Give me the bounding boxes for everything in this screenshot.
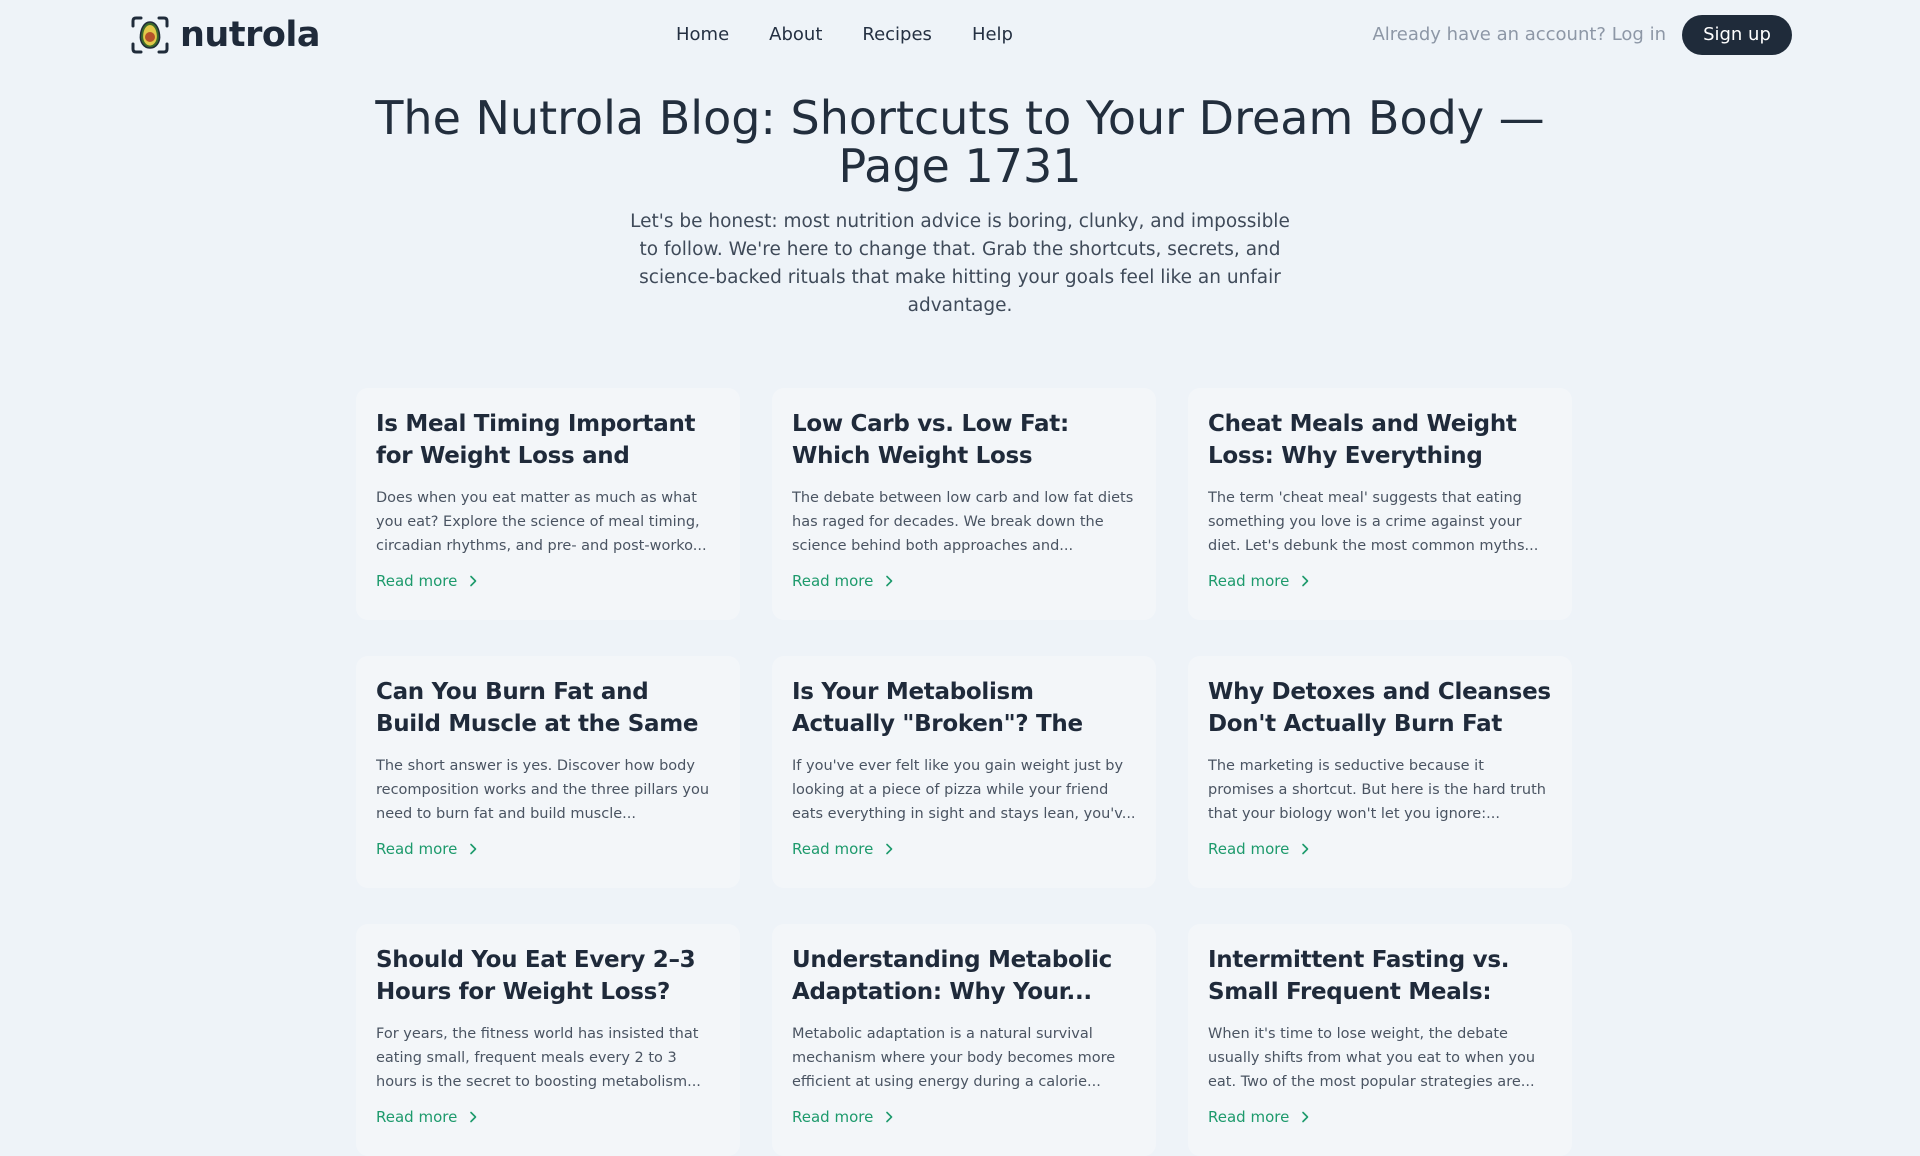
- brand-name: nutrola: [180, 14, 321, 55]
- post-excerpt: The marketing is seductive because it pr…: [1208, 758, 1546, 822]
- post-title[interactable]: Intermittent Fasting vs. Small Frequent …: [1208, 944, 1552, 1008]
- top-navigation-bar: nutrola Home About Recipes Help Already …: [0, 0, 1920, 70]
- avocado-scan-icon: [131, 16, 169, 54]
- read-more-link[interactable]: Read more: [376, 1106, 479, 1128]
- read-more-link[interactable]: Read more: [792, 1106, 895, 1128]
- read-more-link[interactable]: Read more: [792, 570, 895, 592]
- read-more-link[interactable]: Read more: [376, 570, 479, 592]
- chevron-right-icon: [886, 843, 893, 855]
- nav-item-about[interactable]: About: [769, 22, 822, 48]
- read-more-link[interactable]: Read more: [1208, 570, 1311, 592]
- nav-item-help[interactable]: Help: [972, 22, 1013, 48]
- read-more-label: Read more: [376, 572, 458, 590]
- post-excerpt: The term 'cheat meal' suggests that eati…: [1208, 490, 1539, 554]
- read-more-label: Read more: [792, 1108, 874, 1126]
- read-more-label: Read more: [376, 1108, 458, 1126]
- brand-logo-link[interactable]: nutrola: [130, 14, 321, 56]
- read-more-link[interactable]: Read more: [792, 838, 895, 860]
- post-title[interactable]: Low Carb vs. Low Fat: Which Weight Loss …: [792, 408, 1136, 472]
- post-title[interactable]: Is Your Metabolism Actually "Broken"? Th…: [792, 676, 1136, 740]
- chevron-right-icon: [886, 575, 893, 587]
- blog-post-card: Understanding Metabolic Adaptation: Why …: [772, 924, 1156, 1156]
- chevron-right-icon: [1302, 1111, 1309, 1123]
- blog-post-card: Why Detoxes and Cleanses Don't Actually …: [1188, 656, 1572, 888]
- blog-post-card: Cheat Meals and Weight Loss: Why Everyth…: [1188, 388, 1572, 620]
- blog-post-grid: Is Meal Timing Important for Weight Loss…: [356, 388, 1572, 1156]
- post-excerpt: The debate between low carb and low fat …: [792, 490, 1134, 554]
- login-link[interactable]: Already have an account? Log in: [1372, 22, 1666, 48]
- blog-post-card: Should You Eat Every 2–3 Hours for Weigh…: [356, 924, 740, 1156]
- post-title[interactable]: Should You Eat Every 2–3 Hours for Weigh…: [376, 944, 720, 1008]
- blog-post-card: Can You Burn Fat and Build Muscle at the…: [356, 656, 740, 888]
- read-more-label: Read more: [1208, 840, 1290, 858]
- post-excerpt: Metabolic adaptation is a natural surviv…: [792, 1026, 1116, 1090]
- post-excerpt: For years, the fitness world has insiste…: [376, 1026, 701, 1090]
- post-excerpt: Does when you eat matter as much as what…: [376, 490, 707, 554]
- chevron-right-icon: [470, 1111, 477, 1123]
- post-excerpt: The short answer is yes. Discover how bo…: [376, 758, 710, 822]
- read-more-link[interactable]: Read more: [1208, 1106, 1311, 1128]
- blog-post-card: Is Meal Timing Important for Weight Loss…: [356, 388, 740, 620]
- read-more-link[interactable]: Read more: [376, 838, 479, 860]
- post-excerpt: When it's time to lose weight, the debat…: [1208, 1026, 1536, 1090]
- chevron-right-icon: [886, 1111, 893, 1123]
- post-title[interactable]: Is Meal Timing Important for Weight Loss…: [376, 408, 720, 472]
- blog-post-card: Low Carb vs. Low Fat: Which Weight Loss …: [772, 388, 1156, 620]
- read-more-label: Read more: [376, 840, 458, 858]
- signup-button[interactable]: Sign up: [1682, 15, 1792, 55]
- chevron-right-icon: [1302, 843, 1309, 855]
- chevron-right-icon: [1302, 575, 1309, 587]
- post-title[interactable]: Why Detoxes and Cleanses Don't Actually …: [1208, 676, 1552, 740]
- read-more-link[interactable]: Read more: [1208, 838, 1311, 860]
- page-title: The Nutrola Blog: Shortcuts to Your Drea…: [375, 91, 1545, 193]
- blog-post-card: Intermittent Fasting vs. Small Frequent …: [1188, 924, 1572, 1156]
- main-nav: Home About Recipes Help: [676, 22, 1013, 48]
- read-more-label: Read more: [1208, 1108, 1290, 1126]
- read-more-label: Read more: [792, 572, 874, 590]
- page-subtitle: Let's be honest: most nutrition advice i…: [630, 211, 1290, 316]
- nav-item-recipes[interactable]: Recipes: [862, 22, 932, 48]
- post-title[interactable]: Cheat Meals and Weight Loss: Why Everyth…: [1208, 408, 1552, 472]
- chevron-right-icon: [470, 575, 477, 587]
- post-title[interactable]: Understanding Metabolic Adaptation: Why …: [792, 944, 1136, 1008]
- read-more-label: Read more: [792, 840, 874, 858]
- post-title[interactable]: Can You Burn Fat and Build Muscle at the…: [376, 676, 720, 740]
- read-more-label: Read more: [1208, 572, 1290, 590]
- nav-item-home[interactable]: Home: [676, 22, 729, 48]
- post-excerpt: If you've ever felt like you gain weight…: [792, 758, 1136, 822]
- blog-post-card: Is Your Metabolism Actually "Broken"? Th…: [772, 656, 1156, 888]
- chevron-right-icon: [470, 843, 477, 855]
